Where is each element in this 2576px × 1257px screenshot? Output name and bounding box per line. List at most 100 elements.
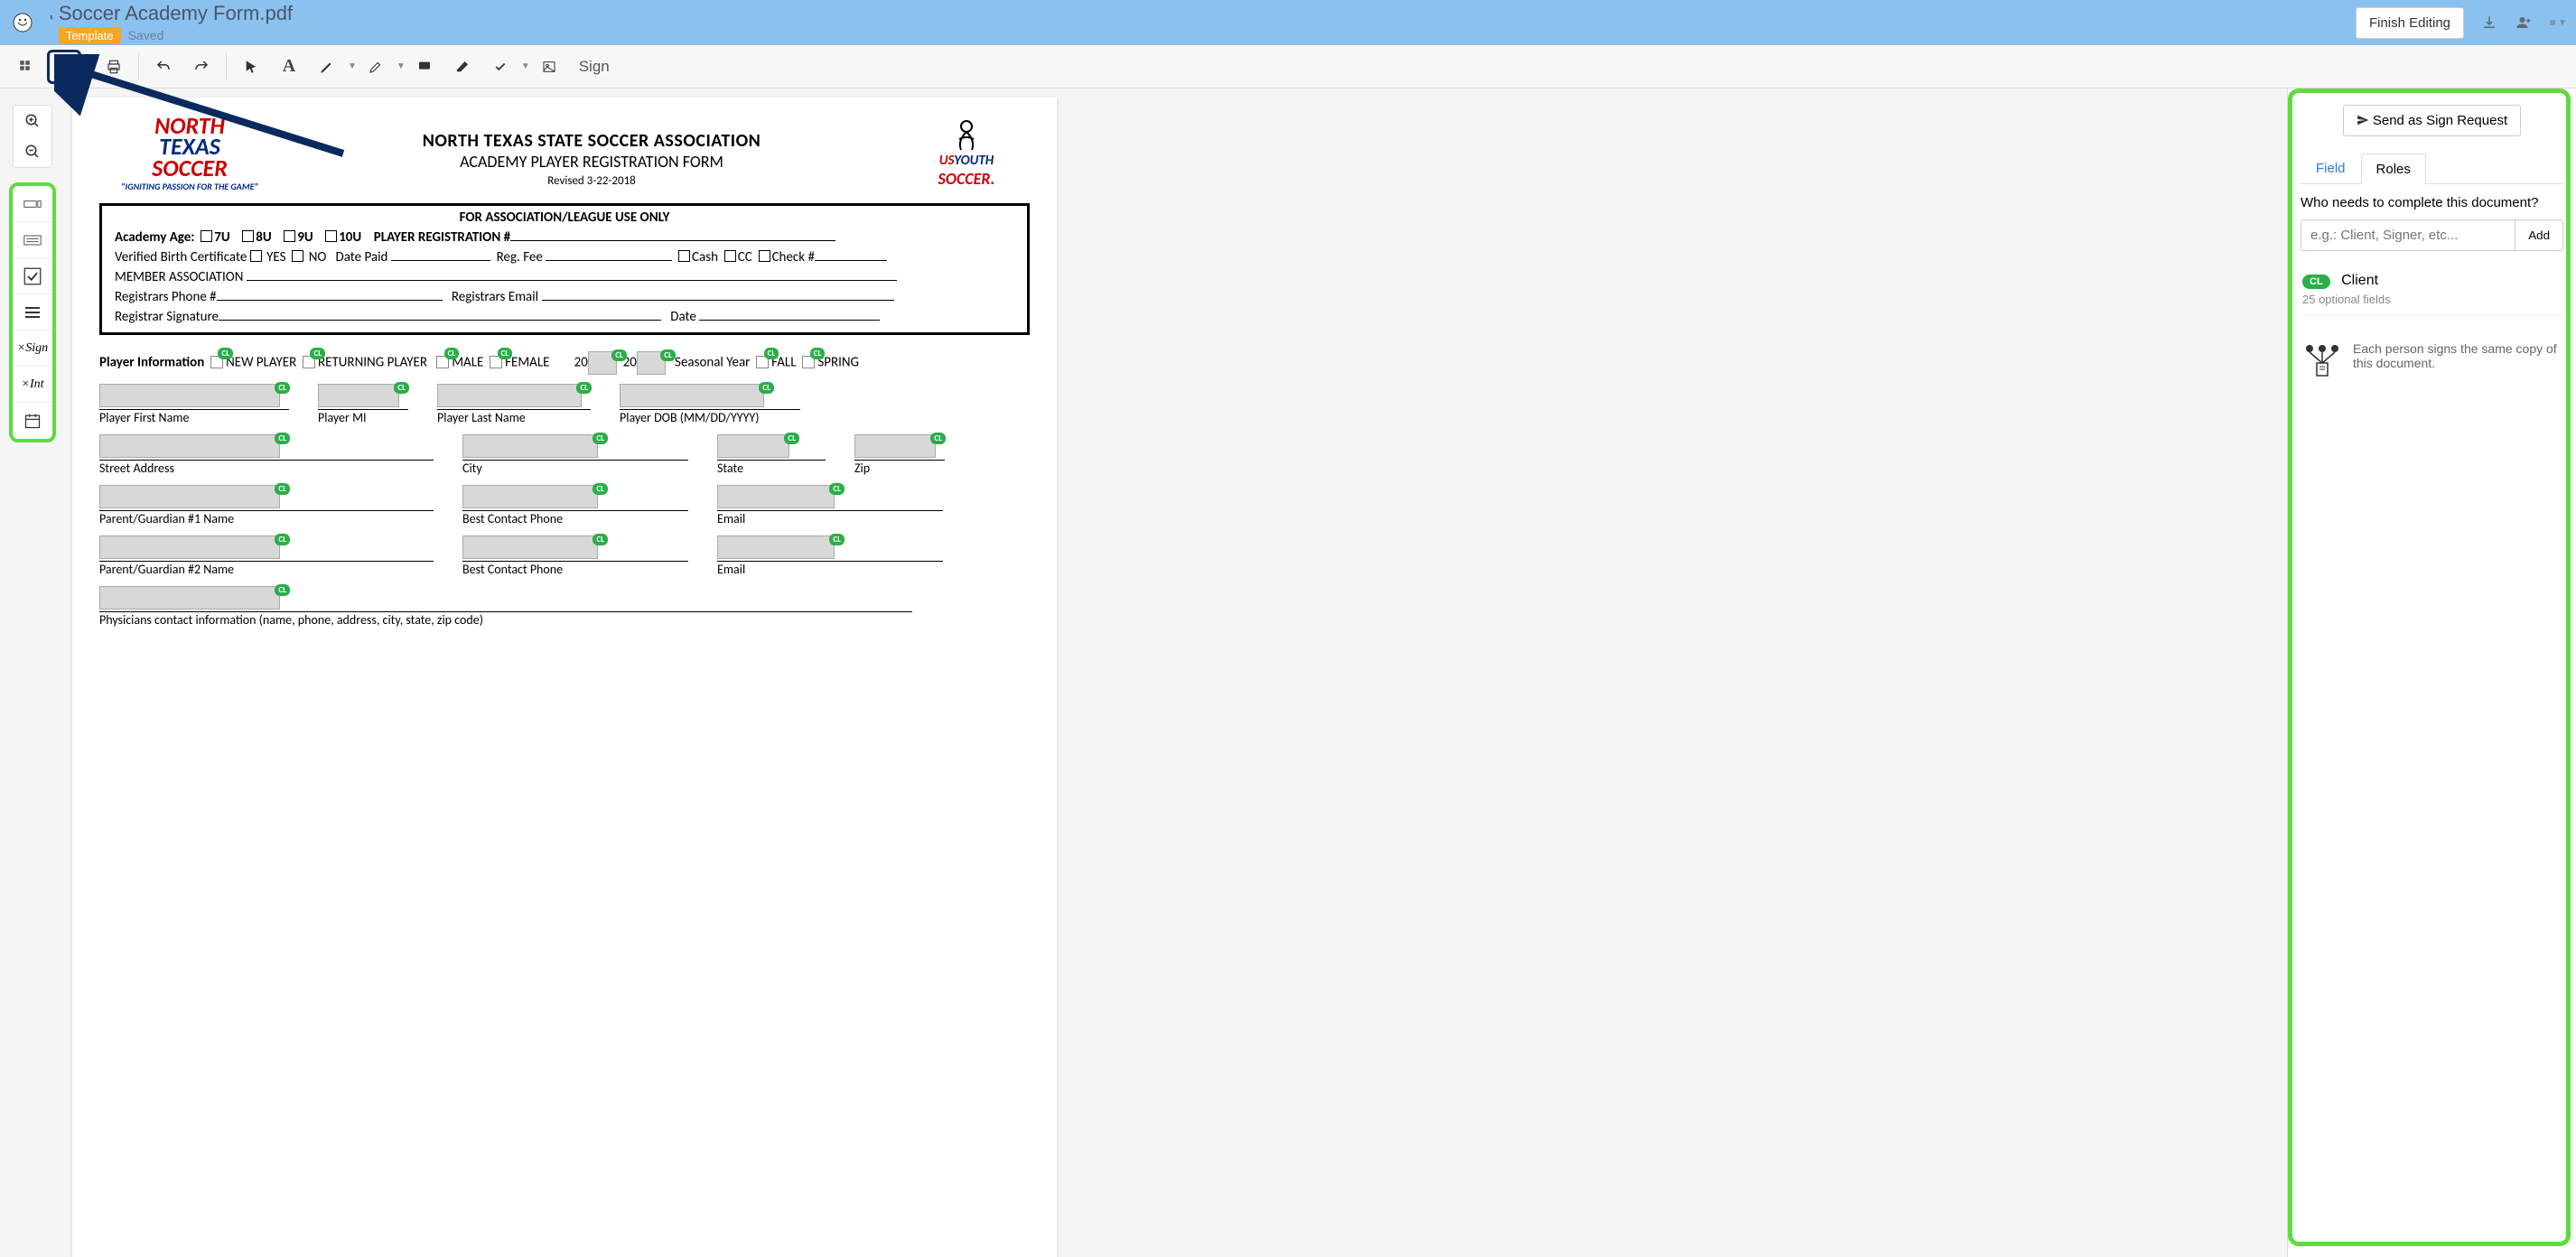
phone2-label: Best Contact Phone [462, 561, 688, 577]
image-icon[interactable] [532, 50, 566, 84]
print-icon[interactable] [97, 50, 131, 84]
mi-label: Player MI [318, 409, 408, 425]
highlighter-dropdown-icon[interactable]: ▼ [397, 61, 406, 71]
finish-editing-button[interactable]: Finish Editing [2356, 7, 2464, 39]
text-icon[interactable]: A [272, 50, 306, 84]
pen-icon[interactable] [310, 50, 344, 84]
send-sign-request-button[interactable]: Send as Sign Request [2343, 105, 2521, 136]
form-title: ACADEMY PLAYER REGISTRATION FORM [280, 152, 903, 172]
signature-tool-icon[interactable]: ×Sign [13, 331, 52, 367]
panel-tabs: Field Roles [2301, 153, 2563, 184]
us-youth-soccer-logo: USYOUTH SOCCER. [903, 116, 1030, 189]
city-field[interactable]: CL [462, 434, 598, 458]
returning-check[interactable]: CL [303, 356, 315, 368]
email2-field[interactable]: CL [717, 535, 835, 559]
saved-status: Saved [128, 28, 164, 42]
paragraph-field-tool-icon[interactable] [13, 222, 52, 258]
app-header: ' Soccer Academy Form.pdf Template Saved… [0, 0, 2576, 45]
role-name-input[interactable] [2301, 219, 2515, 251]
quote-mark: ' [50, 13, 53, 33]
state-label: State [717, 460, 826, 476]
checkbox-tool-icon[interactable] [13, 258, 52, 294]
tab-roles[interactable]: Roles [2361, 154, 2426, 184]
year-b-field[interactable]: CL [637, 351, 666, 375]
text-field-tool-icon[interactable] [13, 186, 52, 222]
assoc-header: FOR ASSOCIATION/LEAGUE USE ONLY [115, 210, 1014, 226]
doc-title-center: NORTH TEXAS STATE SOCCER ASSOCIATION ACA… [280, 116, 903, 188]
zoom-out-icon[interactable] [14, 136, 51, 167]
dob-label: Player DOB (MM/DD/YYYY) [620, 409, 800, 425]
physician-field[interactable]: CL [99, 586, 280, 610]
add-person-icon[interactable] [2515, 14, 2533, 32]
north-texas-logo: NORTH TEXAS SOCCER "IGNITING PASSION FOR… [99, 116, 280, 192]
zoom-controls [13, 105, 52, 168]
download-icon[interactable] [2480, 14, 2498, 32]
pg2-field[interactable]: CL [99, 535, 280, 559]
fall-check[interactable]: CL [756, 356, 769, 368]
female-check[interactable]: CL [490, 356, 502, 368]
zip-field[interactable]: CL [854, 434, 936, 458]
title-block: Soccer Academy Form.pdf Template Saved [59, 2, 293, 44]
form-fields-icon[interactable] [47, 50, 81, 84]
state-field[interactable]: CL [717, 434, 789, 458]
document-page: NORTH TEXAS SOCCER "IGNITING PASSION FOR… [72, 98, 1057, 1257]
sign-button[interactable]: Sign [568, 50, 621, 84]
new-player-check[interactable]: CL [210, 356, 223, 368]
revised-date: Revised 3-22-2018 [280, 174, 903, 188]
checkmark-dropdown-icon[interactable]: ▼ [521, 61, 530, 71]
email1-field[interactable]: CL [717, 485, 835, 508]
highlighter-icon[interactable] [359, 50, 393, 84]
dropdown-tool-icon[interactable] [13, 294, 52, 331]
add-role-button[interactable]: Add [2515, 219, 2563, 251]
phone1-field[interactable]: CL [462, 485, 598, 508]
app-logo-icon [9, 9, 36, 36]
dob-field[interactable]: CL [620, 384, 764, 407]
multi-signer-icon [2301, 341, 2344, 380]
male-check[interactable]: CL [436, 356, 449, 368]
date-tool-icon[interactable] [13, 403, 52, 439]
zoom-in-icon[interactable] [14, 106, 51, 136]
roles-question: Who needs to complete this document? [2301, 195, 2563, 210]
pen-dropdown-icon[interactable]: ▼ [348, 61, 357, 71]
field-tools-panel: ×Sign ×Int [9, 182, 56, 442]
street-label: Street Address [99, 460, 434, 476]
mi-field[interactable]: CL [318, 384, 399, 407]
role-note: Each person signs the same copy of this … [2301, 341, 2563, 380]
street-field[interactable]: CL [99, 434, 280, 458]
org-title: NORTH TEXAS STATE SOCCER ASSOCIATION [280, 130, 903, 152]
undo-icon[interactable] [146, 50, 181, 84]
player-info-row: Player Information CLNEW PLAYER CLRETURN… [99, 351, 1030, 375]
role-field-count: 25 optional fields [2302, 293, 2562, 306]
pg1-label: Parent/Guardian #1 Name [99, 510, 434, 526]
eraser-icon[interactable] [445, 50, 480, 84]
phone2-field[interactable]: CL [462, 535, 598, 559]
right-panel: Send as Sign Request Field Roles Who nee… [2287, 88, 2576, 1257]
zip-label: Zip [854, 460, 945, 476]
pg2-label: Parent/Guardian #2 Name [99, 561, 434, 577]
grid-view-icon[interactable] [9, 50, 43, 84]
physician-label: Physicians contact information (name, ph… [99, 611, 912, 628]
menu-icon[interactable]: ▼ [2549, 14, 2567, 32]
role-badge: CL [2302, 275, 2330, 289]
spring-check[interactable]: CL [802, 356, 815, 368]
document-canvas[interactable]: NORTH TEXAS SOCCER "IGNITING PASSION FOR… [65, 88, 2287, 1257]
comment-icon[interactable] [407, 50, 442, 84]
association-box: FOR ASSOCIATION/LEAGUE USE ONLY Academy … [99, 203, 1030, 335]
email1-label: Email [717, 510, 943, 526]
left-tool-area: ×Sign ×Int [0, 88, 65, 1257]
city-label: City [462, 460, 688, 476]
initials-tool-icon[interactable]: ×Int [13, 367, 52, 403]
year-a-field[interactable]: CL [588, 351, 617, 375]
first-name-field[interactable]: CL [99, 384, 280, 407]
template-badge: Template [59, 27, 121, 44]
phone1-label: Best Contact Phone [462, 510, 688, 526]
role-name: Client [2341, 273, 2378, 288]
redo-icon[interactable] [184, 50, 219, 84]
pg1-field[interactable]: CL [99, 485, 280, 508]
last-name-field[interactable]: CL [437, 384, 582, 407]
checkmark-icon[interactable] [483, 50, 518, 84]
first-name-label: Player First Name [99, 409, 289, 425]
pointer-icon[interactable] [234, 50, 268, 84]
role-item-client[interactable]: CL Client 25 optional fields [2301, 264, 2563, 316]
tab-field[interactable]: Field [2301, 153, 2361, 183]
